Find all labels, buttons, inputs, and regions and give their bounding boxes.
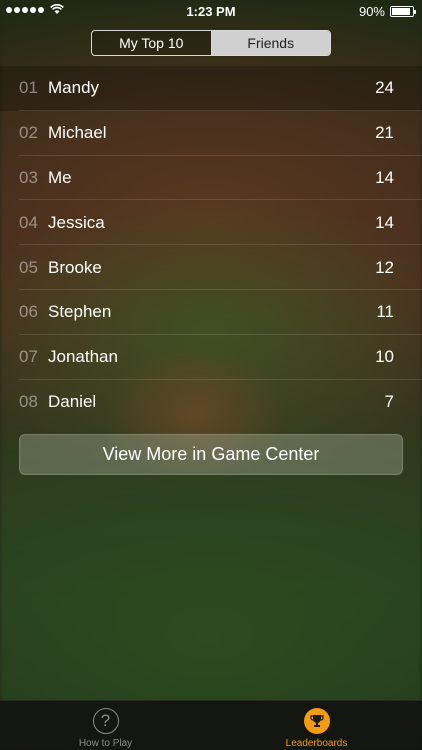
tab-bar: ? How to Play Leaderboards [0,700,422,750]
rank-number: 05 [19,257,38,277]
player-score: 14 [375,212,394,232]
list-item[interactable]: 03 Me 14 [0,156,422,201]
rank-number: 03 [19,167,38,187]
player-score: 11 [376,302,394,322]
player-name: Michael [48,123,107,143]
tab-leaderboards[interactable]: Leaderboards [211,701,422,750]
player-score: 7 [384,391,394,411]
player-score: 21 [375,123,394,143]
rank-number: 01 [19,78,38,98]
status-bar: 1:23 PM 90% [0,0,422,22]
leaderboard-segmented-control: My Top 10 Friends [91,30,331,56]
tab-label: How to Play [78,738,133,749]
list-item[interactable]: 01 Mandy 24 [0,66,422,111]
segment-friends[interactable]: Friends [211,31,330,55]
rank-number: 06 [19,302,38,322]
tab-how-to-play[interactable]: ? How to Play [0,701,211,750]
list-item[interactable]: 05 Brooke 12 [0,245,422,290]
trophy-icon [303,708,330,734]
segment-my-top-10[interactable]: My Top 10 [92,31,212,55]
list-item[interactable]: 06 Stephen 11 [0,290,422,335]
player-score: 14 [375,167,394,187]
player-name: Jessica [48,212,105,232]
battery-percentage: 90% [358,4,385,19]
battery-fill [392,8,410,15]
player-name: Daniel [48,391,97,411]
player-score: 12 [375,257,394,277]
list-item[interactable]: 02 Michael 21 [0,111,422,156]
view-more-game-center-button[interactable]: View More in Game Center [19,434,403,475]
player-name: Brooke [48,257,102,277]
leaderboard-list: 01 Mandy 24 02 Michael 21 03 Me 14 04 Je… [0,66,422,424]
list-item[interactable]: 04 Jessica 14 [0,200,422,245]
rank-number: 02 [19,123,38,143]
player-score: 24 [375,78,394,98]
player-score: 10 [375,347,394,367]
player-name: Mandy [48,78,100,98]
battery-icon [390,6,416,17]
rank-number: 07 [19,347,38,367]
question-icon: ? [92,708,119,734]
player-name: Me [48,167,72,187]
list-item[interactable]: 08 Daniel 7 [0,380,422,425]
player-name: Jonathan [48,347,118,367]
tab-label: Leaderboards [285,738,348,749]
list-item[interactable]: 07 Jonathan 10 [0,335,422,380]
player-name: Stephen [48,302,112,322]
rank-number: 04 [19,212,38,232]
rank-number: 08 [19,391,38,411]
status-right: 90% [358,4,416,19]
